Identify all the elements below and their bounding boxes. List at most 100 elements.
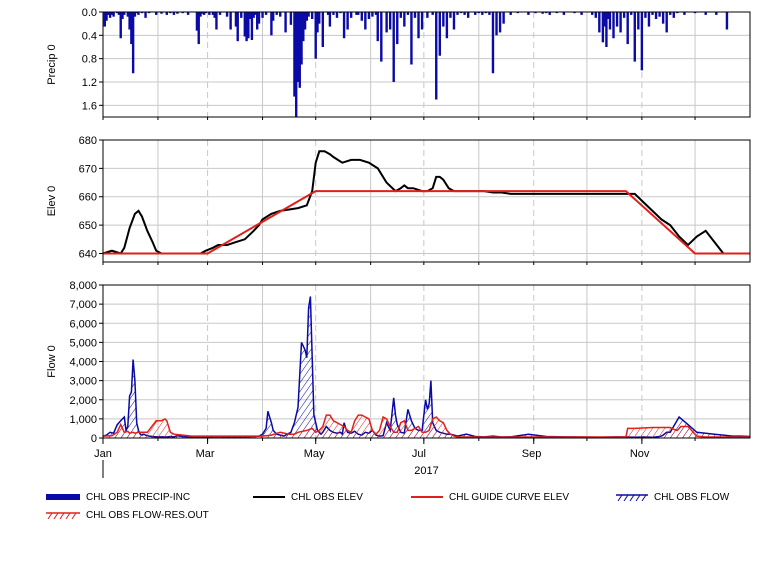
precip-bar (257, 12, 261, 24)
precip-bar (396, 12, 399, 45)
y-tick-label: 0.0 (82, 7, 97, 19)
y-axis-label: Elev 0 (46, 186, 58, 217)
precip-bar (502, 12, 505, 24)
legend-label-flow: CHL OBS FLOW (654, 491, 730, 503)
precip-bar (420, 12, 424, 30)
precip-bar (626, 12, 629, 45)
precip-bar (261, 12, 264, 18)
precip-bar (612, 12, 615, 39)
precip-bar (449, 12, 452, 18)
precip-bar (647, 12, 651, 27)
precip-bar (466, 12, 470, 18)
legend-swatch-precip (46, 494, 80, 500)
chart-canvas: 0.0 0.4 0.8 1.2 1.6 Precip 0 640 650 660 670 680 El… (46, 7, 751, 478)
y-tick-label: 1,000 (69, 414, 97, 426)
precip-bar (367, 12, 371, 19)
precip-bar (438, 12, 441, 56)
series-chl-guide-curve-elev-line (103, 190, 750, 255)
panel-frame (102, 139, 751, 263)
y-tick-label: 2,000 (69, 395, 97, 407)
precip-bar (725, 12, 729, 30)
precip-bar (335, 12, 339, 18)
precip-bar (495, 12, 498, 36)
y-tick-label: 0 (91, 433, 97, 445)
legend-item-guide-curve: CHL GUIDE CURVE ELEV (411, 490, 569, 504)
series-chl-guide-curve-elev (103, 190, 750, 255)
panel-frame (102, 11, 751, 118)
y-tick-label: 6,000 (69, 318, 97, 330)
y-tick-label: 650 (79, 220, 97, 232)
y-tick-label: 660 (79, 192, 97, 204)
precip-bar (644, 12, 647, 18)
legend-swatch-flow (616, 494, 648, 501)
precip-bar (328, 12, 332, 27)
precip-bar (380, 12, 383, 62)
precip-bar (658, 12, 661, 17)
precip-bar (321, 12, 325, 47)
panel-precip: 0.0 0.4 0.8 1.2 1.6 Precip 0 (46, 7, 751, 120)
precip-bar (619, 12, 622, 33)
series-chl-obs-precip-inc (103, 12, 729, 117)
panel-elev: 640 650 660 670 680 Elev 0 (46, 135, 751, 265)
precip-bar (665, 12, 668, 33)
precip-bar (371, 12, 374, 17)
y-tick-label: 0.8 (82, 54, 97, 66)
precip-bar (360, 12, 363, 21)
y-tick-label: 3,000 (69, 376, 97, 388)
precip-bar (445, 12, 449, 39)
y-tick-label: 640 (79, 248, 97, 260)
precip-bar (236, 12, 239, 42)
precip-bar (410, 12, 413, 65)
precip-bar (640, 12, 644, 71)
y-tick-label: 680 (79, 135, 97, 147)
y-tick-label: 7,000 (69, 299, 97, 311)
precip-bar (633, 12, 636, 62)
year-label: 2017 (414, 465, 438, 477)
x-tick-label: May (304, 448, 325, 460)
precip-bar (598, 12, 601, 33)
precip-bar (672, 12, 675, 18)
precip-bar (399, 12, 402, 18)
legend-swatch-elev (253, 496, 285, 498)
precip-bar (342, 12, 346, 39)
legend-label-guide-curve: CHL GUIDE CURVE ELEV (449, 491, 570, 503)
precip-bar (349, 12, 353, 18)
precip-bar (615, 12, 619, 27)
y-tick-label: 4,000 (69, 357, 97, 369)
precip-bar (307, 12, 310, 17)
chart-legend: CHL OBS PRECIP-INC CHL OBS ELEV CHL GUID… (0, 488, 782, 528)
precip-bar (310, 12, 314, 19)
series-chl-obs-flow-area (103, 296, 750, 438)
precip-bar (594, 12, 597, 18)
precip-bar (279, 12, 282, 17)
y-axis-label: Flow 0 (46, 345, 58, 377)
x-tick-label: Nov (630, 448, 650, 460)
precip-bar (289, 12, 293, 25)
precip-bar (413, 12, 417, 18)
precip-bar (131, 12, 135, 74)
y-tick-label: 670 (79, 163, 97, 175)
precip-bar (622, 12, 626, 18)
panel-flow: 0 1,000 2,000 3,000 4,000 5,000 6,000 7,000 8,00… (46, 280, 751, 445)
precip-bar (229, 12, 232, 30)
precip-bar (215, 12, 218, 30)
precip-bar (426, 12, 429, 18)
precip-bar (284, 12, 287, 33)
y-tick-label: 1.6 (82, 100, 97, 112)
precip-bar (654, 12, 658, 19)
y-tick-label: 0.4 (82, 30, 97, 42)
precip-bar (385, 12, 388, 33)
y-tick-label: 8,000 (69, 280, 97, 292)
y-tick-label: 5,000 (69, 337, 97, 349)
legend-item-precip: CHL OBS PRECIP-INC (46, 490, 190, 504)
precip-bar (225, 12, 229, 17)
legend-item-flow-res-out: CHL OBS FLOW-RES.OUT (46, 508, 209, 522)
precip-bar (491, 12, 495, 74)
x-tick-label: Mar (196, 448, 215, 460)
precip-bar (608, 12, 612, 30)
legend-label-precip: CHL OBS PRECIP-INC (86, 491, 191, 503)
y-axis-label: Precip 0 (46, 44, 58, 84)
precip-bar (452, 12, 456, 30)
y-tick-label: 1.2 (82, 77, 97, 89)
precip-bar (637, 12, 640, 30)
